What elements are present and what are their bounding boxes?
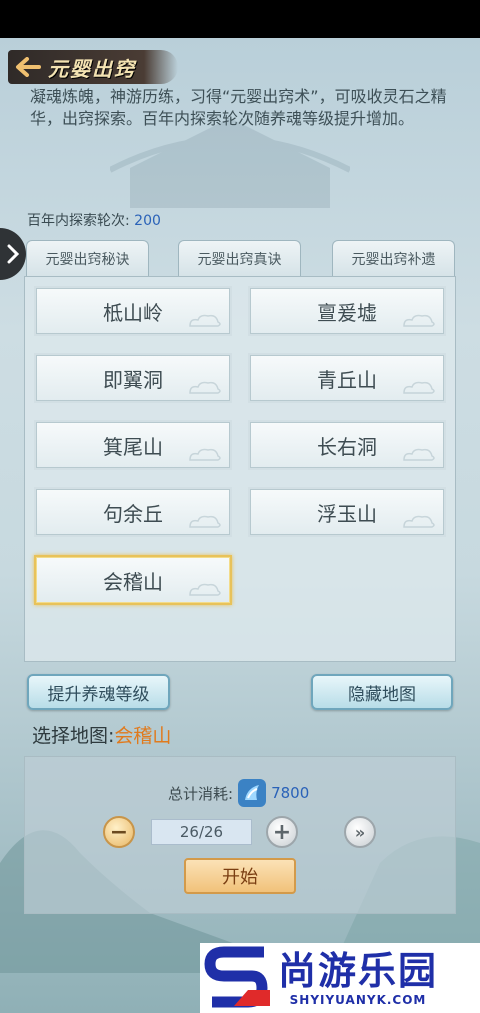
double-chevron-right-icon: » (354, 822, 366, 842)
back-arrow-icon[interactable] (8, 50, 48, 84)
map-label: 浮玉山 (317, 501, 377, 526)
map-label: 即翼洞 (103, 367, 163, 392)
total-cost: 总计消耗: 7800 (168, 778, 309, 808)
decrease-button[interactable]: − (103, 816, 135, 848)
explore-count-label: 百年内探索轮次: (27, 213, 130, 229)
map-button[interactable]: 亶爰墟 (248, 286, 446, 336)
watermark-text: 尚游乐园 SHYIYUANYK.COM (278, 949, 438, 1007)
cloud-icon (189, 448, 221, 461)
cloud-icon (189, 381, 221, 394)
map-label: 柢山岭 (103, 300, 163, 325)
description-text: 凝魂炼魄，神游历练，习得“元婴出窍术”，可吸收灵石之精华，出窍探索。百年内探索轮… (30, 87, 447, 128)
watermark-logo (204, 946, 270, 1008)
watermark-en: SHYIYUANYK.COM (289, 993, 427, 1007)
watermark: 尚游乐园 SHYIYUANYK.COM (200, 943, 480, 1013)
map-button[interactable]: 句余丘 (34, 487, 232, 537)
minus-icon: − (109, 819, 129, 845)
increase-button[interactable]: + (266, 816, 298, 848)
watermark-cn: 尚游乐园 (278, 949, 439, 993)
title-bar: 元婴出窍 (8, 50, 178, 84)
map-button[interactable]: 即翼洞 (34, 353, 232, 403)
map-button[interactable]: 青丘山 (248, 353, 446, 403)
cloud-icon (403, 515, 435, 528)
tab-secret-1[interactable]: 元婴出窍秘诀 (26, 240, 149, 276)
game-screen: 元婴出窍 凝魂炼魄，神游历练，习得“元婴出窍术”，可吸收灵石之精华，出窍探索。百… (0, 38, 480, 1013)
map-button[interactable]: 箕尾山 (34, 420, 232, 470)
map-button[interactable]: 长右洞 (248, 420, 446, 470)
upgrade-soul-button[interactable]: 提升养魂等级 (27, 674, 170, 710)
max-button[interactable]: » (344, 816, 376, 848)
spirit-stone-icon (238, 779, 267, 807)
map-label: 亶爰墟 (317, 300, 377, 325)
explore-count: 百年内探索轮次: 200 (27, 210, 161, 230)
hide-map-button[interactable]: 隐藏地图 (311, 674, 453, 710)
page-title: 元婴出窍 (48, 56, 136, 81)
side-expand-button[interactable] (0, 228, 26, 280)
plus-icon: + (272, 819, 292, 845)
map-button[interactable]: 浮玉山 (248, 487, 446, 537)
explore-count-value: 200 (134, 213, 161, 229)
start-button[interactable]: 开始 (184, 858, 296, 894)
map-label: 长右洞 (317, 434, 377, 459)
cloud-icon (403, 381, 435, 394)
tab-secret-3[interactable]: 元婴出窍补遗 (332, 240, 455, 276)
cloud-icon (189, 314, 221, 327)
total-cost-label: 总计消耗: (168, 784, 234, 803)
cloud-icon (403, 314, 435, 327)
map-label: 箕尾山 (103, 434, 163, 459)
cloud-icon (189, 515, 221, 528)
map-label: 会稽山 (103, 569, 163, 594)
cloud-icon (189, 583, 221, 596)
cloud-icon (403, 448, 435, 461)
selected-map-value: 会稽山 (114, 725, 172, 747)
map-label: 句余丘 (103, 501, 163, 526)
map-button-selected[interactable]: 会稽山 (34, 555, 232, 605)
selected-map-label: 选择地图: (32, 725, 115, 747)
total-cost-value: 7800 (271, 784, 310, 802)
selected-map-line: 选择地图:会稽山 (32, 721, 171, 748)
chevron-right-icon (7, 244, 20, 264)
quantity-display: 26/26 (151, 819, 252, 845)
map-label: 青丘山 (317, 367, 377, 392)
map-button[interactable]: 柢山岭 (34, 286, 232, 336)
tab-secret-2[interactable]: 元婴出窍真诀 (178, 240, 301, 276)
